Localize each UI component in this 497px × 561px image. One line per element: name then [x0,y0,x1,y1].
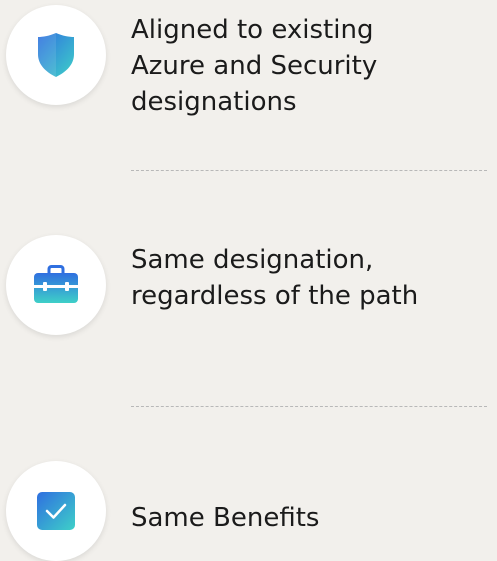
icon-badge [6,5,106,105]
feature-line: Same Benefits [131,503,320,533]
feature-text: Same designation, regardless of the path [131,242,418,314]
feature-line: designations [131,87,297,117]
briefcase-icon [34,265,78,303]
icon-badge [6,235,106,335]
checkbox-icon [37,492,75,530]
divider [131,406,487,407]
feature-line: Same designation, [131,245,374,275]
divider [131,170,487,171]
feature-text: Same Benefits [131,500,319,536]
feature-line: Azure and Security [131,51,378,81]
feature-line: Aligned to existing [131,15,374,45]
icon-badge [6,461,106,561]
feature-line: regardless of the path [131,281,419,311]
feature-text: Aligned to existing Azure and Security d… [131,12,377,120]
shield-icon [38,33,74,77]
